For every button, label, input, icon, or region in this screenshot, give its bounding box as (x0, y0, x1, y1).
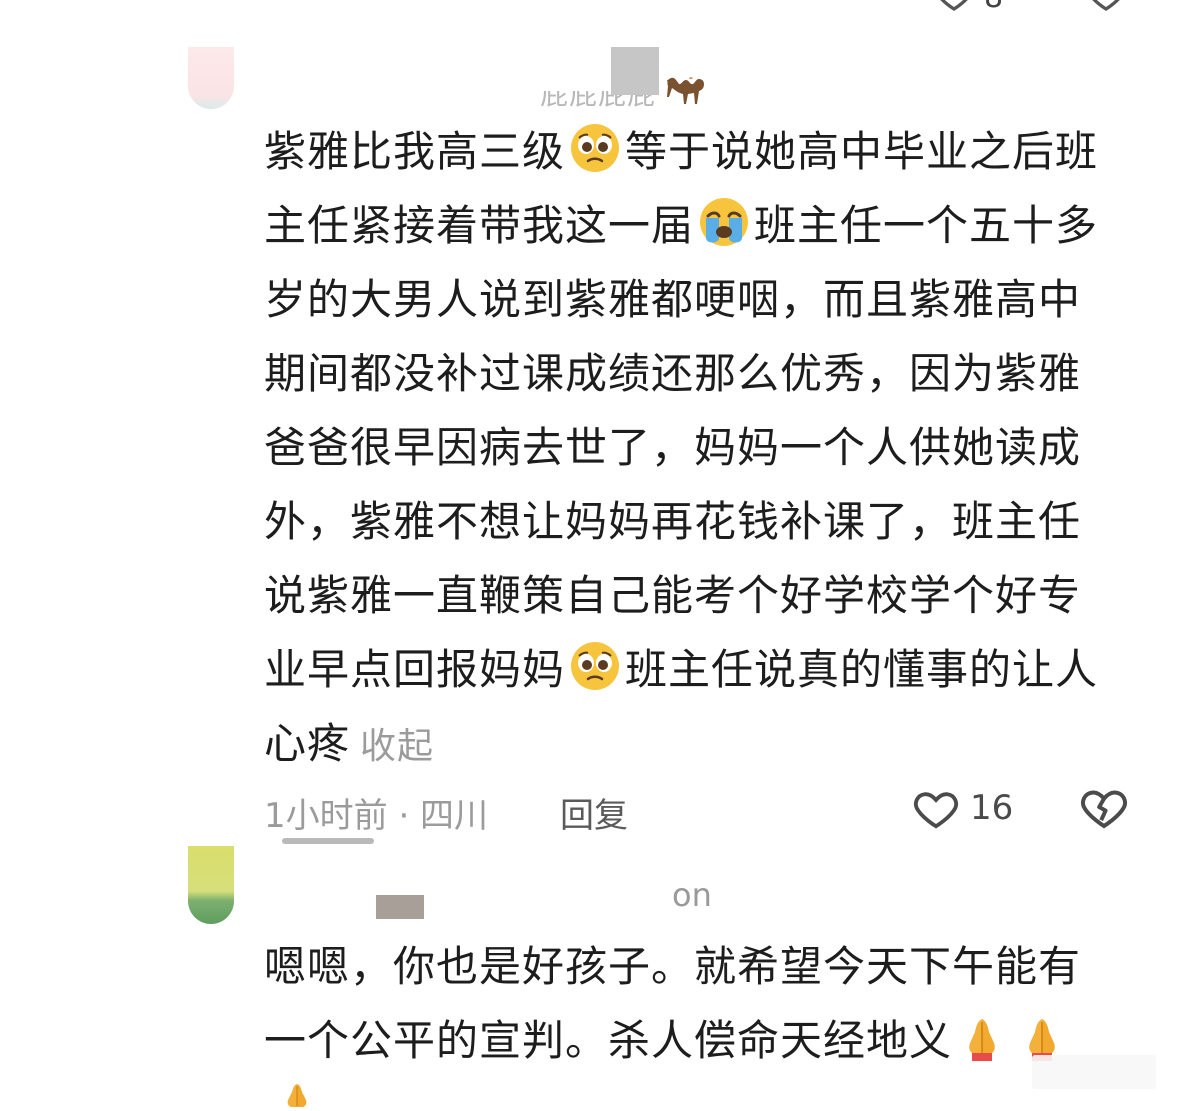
username[interactable]: on (672, 876, 712, 914)
camel-icon (667, 77, 704, 104)
comment-line: 外，紫雅不想让妈妈再花钱补课了，班主任 (264, 497, 1082, 546)
avatar[interactable] (188, 47, 234, 109)
comment-line: 爸爸很早因病去世了，妈妈一个人供她读成 (264, 423, 1082, 472)
comment-line: 期间都没补过课成绩还那么优秀，因为紫雅 (264, 349, 1082, 398)
comment-line: 紫雅比我高三级 (264, 127, 566, 176)
comment-line: 心疼 (264, 719, 351, 768)
comment-time-location: 1小时前 · 四川 (264, 796, 489, 836)
comment-line: 班主任一个五十多 (754, 201, 1099, 250)
comment-line: 岁的大男人说到紫雅都哽咽，而且紫雅高中 (264, 275, 1082, 324)
comment-line: 主任紧接着带我这一届 (264, 201, 695, 250)
pleading-face-emoji (571, 124, 620, 172)
avatar[interactable] (188, 846, 234, 924)
comment-text: 嗯嗯，你也是好孩子。就希望今天下午能有 一个公平的宣判。杀人偿命天经地义 (264, 930, 1136, 1078)
collapse-button[interactable]: 收起 (360, 726, 434, 767)
heart-outline-icon[interactable] (912, 786, 960, 832)
folded-hands-emoji (969, 1019, 995, 1061)
comment-line: 嗯嗯，你也是好孩子。就希望今天下午能有 (264, 942, 1082, 991)
broken-heart-icon[interactable] (1086, 0, 1126, 14)
like-count: 16 (970, 788, 1014, 828)
reply-button[interactable]: 回复 (560, 788, 628, 837)
username-mosaic (376, 895, 424, 919)
comment-line: 等于说她高中毕业之后班 (625, 127, 1099, 176)
scroll-indicator (282, 838, 374, 844)
broken-heart-icon[interactable] (1080, 784, 1128, 832)
heart-outline-icon[interactable] (934, 0, 974, 14)
comment-line: 业早点回报妈妈 (264, 645, 566, 694)
comment-line: 班主任说真的懂事的让人 (625, 645, 1099, 694)
pleading-face-emoji (571, 642, 620, 690)
crying-face-emoji (700, 198, 749, 246)
folded-hands-emoji (287, 1084, 307, 1107)
username-mosaic (611, 47, 659, 95)
like-count: 8 (984, 0, 1003, 15)
comment-meta-row: 1小时前 · 四川 回复 16 (264, 780, 1144, 840)
overflow-menu-icon[interactable] (1032, 1055, 1156, 1089)
comment-line: 说紫雅一直鞭策自己能考个好学校学个好专 (264, 571, 1082, 620)
comment-text: 紫雅比我高三级 等于说她高中毕业之后班 主任紧接着带我这一届 班主任一个五十多 … (264, 115, 1136, 784)
comment-line: 一个公平的宣判。杀人偿命天经地义 (264, 1016, 953, 1065)
